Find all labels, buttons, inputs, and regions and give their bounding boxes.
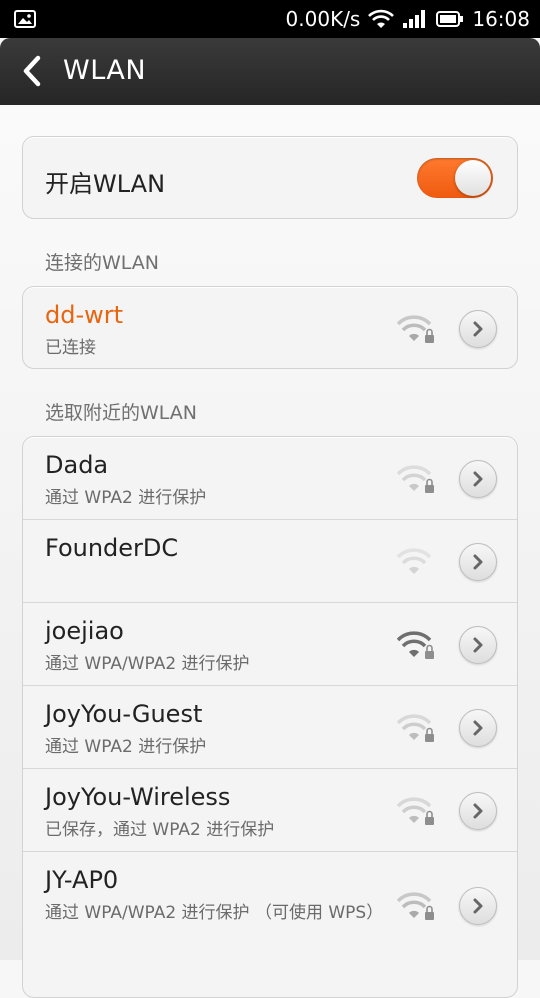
wifi-locked-icon xyxy=(397,465,434,493)
back-arrow-icon[interactable] xyxy=(18,54,48,88)
image-icon xyxy=(14,10,36,28)
clock: 16:08 xyxy=(472,7,530,31)
network-details-button[interactable] xyxy=(459,792,497,830)
network-name: dd-wrt xyxy=(45,301,124,329)
chevron-right-icon xyxy=(473,321,483,337)
network-row-jy-ap0[interactable]: JY-AP0 通过 WPA/WPA2 进行保护 （可使用 WPS） xyxy=(23,851,517,962)
network-details-button[interactable] xyxy=(459,543,497,581)
network-row-joyyou-guest[interactable]: JoyYou-Guest 通过 WPA2 进行保护 xyxy=(23,685,517,768)
signal-icon xyxy=(403,10,426,28)
network-details-button[interactable] xyxy=(459,709,497,747)
chevron-right-icon xyxy=(473,637,483,653)
main-content: 开启WLAN 连接的WLAN dd-wrt 已连接 选取附近的WLAN Dada… xyxy=(0,105,540,998)
network-row-joyyou-wireless[interactable]: JoyYou-Wireless 已保存，通过 WPA2 进行保护 xyxy=(23,768,517,851)
network-details-button[interactable] xyxy=(459,887,497,925)
wifi-locked-icon xyxy=(397,797,434,825)
chevron-right-icon xyxy=(473,471,483,487)
network-name: FounderDC xyxy=(45,534,179,562)
wifi-locked-icon xyxy=(397,714,434,742)
connected-section-label: 连接的WLAN xyxy=(45,252,160,274)
network-row-joejiao[interactable]: joejiao 通过 WPA/WPA2 进行保护 xyxy=(23,602,517,685)
page-title: WLAN xyxy=(63,55,147,86)
network-name: JoyYou-Wireless xyxy=(45,783,231,811)
network-status: 已保存，通过 WPA2 进行保护 xyxy=(45,820,275,840)
chevron-right-icon xyxy=(473,898,483,914)
chevron-right-icon xyxy=(473,720,483,736)
network-name: JY-AP0 xyxy=(45,866,119,894)
wlan-toggle-card: 开启WLAN xyxy=(22,136,518,219)
network-name: JoyYou-Guest xyxy=(45,700,203,728)
nearby-section-label: 选取附近的WLAN xyxy=(45,402,198,424)
wifi-locked-icon xyxy=(397,892,434,920)
network-details-button[interactable] xyxy=(459,626,497,664)
network-row-founderdc[interactable]: FounderDC xyxy=(23,519,517,602)
wlan-toggle-switch[interactable] xyxy=(417,158,493,198)
title-bar: WLAN xyxy=(0,38,540,105)
network-details-button[interactable] xyxy=(459,460,497,498)
network-details-button[interactable] xyxy=(459,310,497,348)
network-name: Dada xyxy=(45,451,109,479)
network-status: 通过 WPA/WPA2 进行保护 xyxy=(45,654,250,674)
wifi-locked-icon xyxy=(397,315,434,343)
network-status: 通过 WPA2 进行保护 xyxy=(45,737,207,757)
nearby-networks-card: Dada 通过 WPA2 进行保护 FounderDC joejiao 通过 W… xyxy=(22,436,518,998)
network-row-dada[interactable]: Dada 通过 WPA2 进行保护 xyxy=(23,437,517,519)
network-status: 通过 WPA2 进行保护 xyxy=(45,488,207,508)
toggle-knob xyxy=(455,160,491,196)
network-status: 已连接 xyxy=(45,338,96,358)
wifi-locked-icon xyxy=(397,631,434,659)
chevron-right-icon xyxy=(473,803,483,819)
network-status: 通过 WPA/WPA2 进行保护 （可使用 WPS） xyxy=(45,903,384,923)
status-bar: 0.00K/s 16:08 xyxy=(0,0,540,38)
network-speed: 0.00K/s xyxy=(285,7,361,31)
connected-network-card: dd-wrt 已连接 xyxy=(22,286,518,369)
network-name: joejiao xyxy=(45,617,124,645)
wlan-toggle-label: 开启WLAN xyxy=(45,170,166,198)
chevron-right-icon xyxy=(473,554,483,570)
wlan-toggle-row[interactable]: 开启WLAN xyxy=(23,137,517,218)
battery-icon xyxy=(436,11,464,27)
wifi-icon xyxy=(368,9,395,28)
network-row-dd-wrt[interactable]: dd-wrt 已连接 xyxy=(23,287,517,368)
wifi-open-icon xyxy=(397,548,432,574)
